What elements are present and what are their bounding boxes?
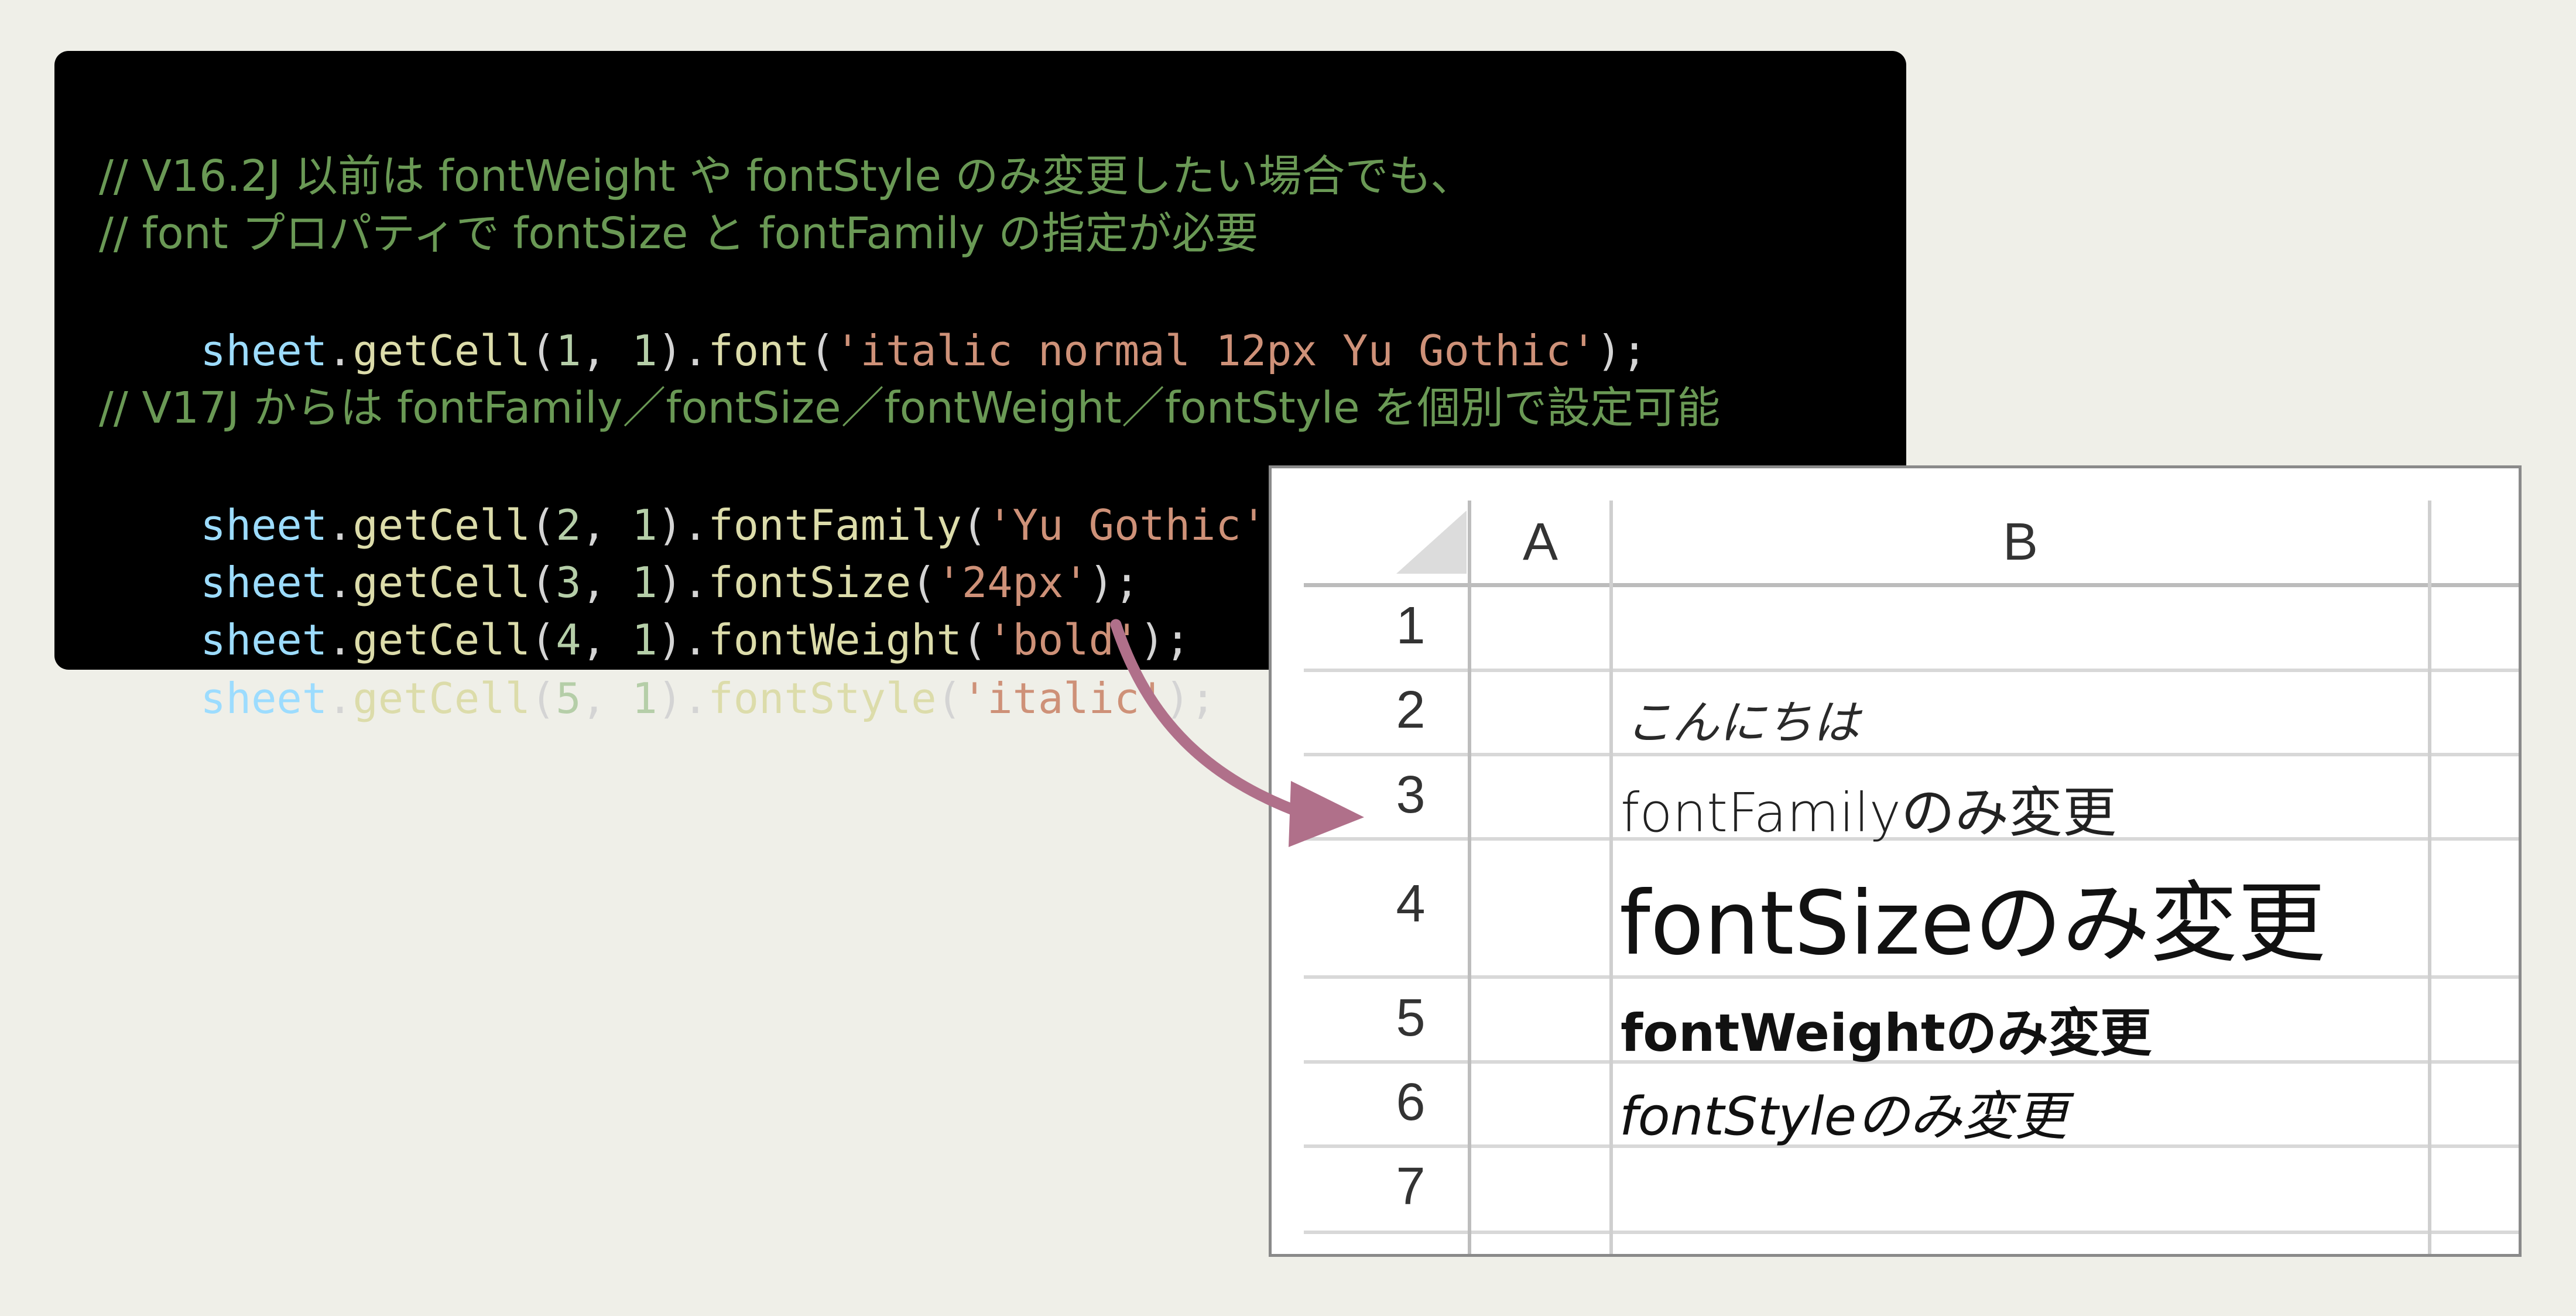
row-header-2[interactable]: 2 <box>1354 680 1468 741</box>
code-line-2: sheet.getCell(2, 1).fontFamily('Yu Gothi… <box>99 437 1317 550</box>
row-divider <box>1304 669 2519 672</box>
code-comment-3: // V17J からは fontFamily／fontSize／fontWeig… <box>99 383 1721 433</box>
column-header-b[interactable]: B <box>1613 512 2428 573</box>
code-comment-2: // font プロパティで fontSize と fontFamily の指定… <box>99 208 1259 259</box>
code-line-3: sheet.getCell(3, 1).fontSize('24px'); <box>99 495 1139 607</box>
code-token-string: 'italic normal 12px Yu Gothic' <box>835 326 1597 375</box>
code-token-variable: sheet <box>200 326 328 375</box>
cell-b4[interactable]: fontSizeのみ変更 <box>1619 852 2325 979</box>
code-token-punctuation: ( <box>809 326 835 375</box>
code-token-function: fontStyle <box>708 674 937 723</box>
row-divider <box>1304 1231 2519 1234</box>
code-token-number: 1 <box>632 326 657 375</box>
code-token-punctuation: , <box>581 674 632 723</box>
row-header-1[interactable]: 1 <box>1354 596 1468 656</box>
row-header-divider <box>1468 501 1471 1254</box>
code-line-4: sheet.getCell(4, 1).fontWeight('bold'); <box>99 552 1190 664</box>
cell-b2[interactable]: こんにちは <box>1625 685 1859 753</box>
column-divider <box>2428 501 2431 1254</box>
code-token-function: font <box>708 326 810 375</box>
code-token-variable: sheet <box>200 674 328 723</box>
row-header-5[interactable]: 5 <box>1354 988 1468 1048</box>
row-header-6[interactable]: 6 <box>1354 1072 1468 1133</box>
code-token-punctuation: ( <box>530 326 556 375</box>
select-all-corner[interactable] <box>1396 510 1467 574</box>
row-header-3[interactable]: 3 <box>1354 765 1468 825</box>
code-token-function: getCell <box>352 326 530 375</box>
code-token-punctuation: . <box>327 674 353 723</box>
code-token-punctuation: ( <box>936 674 962 723</box>
code-token-function: getCell <box>352 674 530 723</box>
code-token-punctuation: ). <box>657 674 708 723</box>
spreadsheet-preview: A B 1 2 3 4 5 6 7 こんにちは fontFamilyのみ変更 f… <box>1269 465 2522 1257</box>
code-token-punctuation: ( <box>530 674 556 723</box>
code-line-5: sheet.getCell(5, 1).fontStyle('italic'); <box>99 611 1215 723</box>
code-token-punctuation: ). <box>657 326 708 375</box>
code-token-number: 1 <box>632 674 657 723</box>
code-token-punctuation: , <box>581 326 632 375</box>
code-token-punctuation: . <box>327 326 353 375</box>
cell-b3[interactable]: fontFamilyのみ変更 <box>1621 769 2116 847</box>
cell-b6[interactable]: fontStyleのみ変更 <box>1619 1074 2067 1150</box>
column-divider <box>1609 501 1613 1254</box>
cell-b5[interactable]: fontWeightのみ変更 <box>1621 992 2152 1066</box>
code-line-1: sheet.getCell(1, 1).font('italic normal … <box>99 263 1647 375</box>
code-comment-1: // V16.2J 以前は fontWeight や fontStyle のみ変… <box>99 151 1474 201</box>
code-token-number: 1 <box>556 326 581 375</box>
code-token-punctuation: ); <box>1164 674 1216 723</box>
code-token-punctuation: ); <box>1596 326 1647 375</box>
code-token-number: 5 <box>556 674 581 723</box>
code-token-string: 'italic' <box>961 674 1165 723</box>
row-header-4[interactable]: 4 <box>1354 874 1468 934</box>
row-divider <box>1304 753 2519 756</box>
row-header-7[interactable]: 7 <box>1354 1157 1468 1217</box>
header-divider <box>1304 583 2519 587</box>
column-header-a[interactable]: A <box>1471 512 1609 573</box>
